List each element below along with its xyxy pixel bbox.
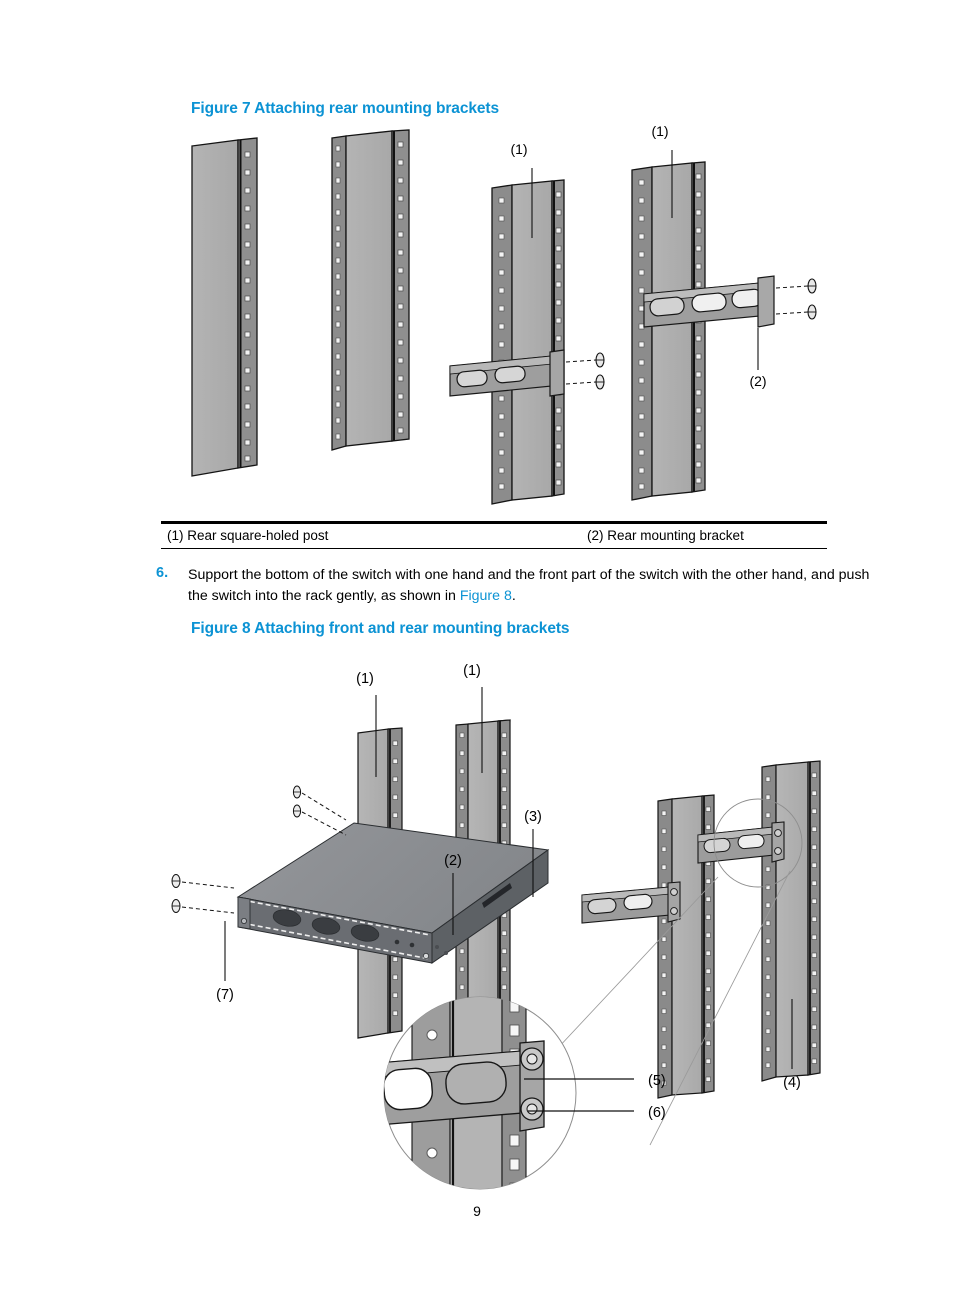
detail-magnifier [383, 996, 577, 1190]
screw-icon [595, 352, 605, 368]
screw-icon [292, 804, 302, 818]
screw-icon [292, 785, 302, 799]
step-6-number: 6. [156, 565, 169, 581]
figure-8-callout-1a: (1) [356, 671, 374, 687]
rack-post-4 [631, 161, 706, 501]
legend-item-2: (2) Rear mounting bracket [587, 528, 744, 543]
legend-item-1: (1) Rear square-holed post [167, 528, 329, 543]
step-6: 6. Support the bottom of the switch with… [152, 565, 882, 607]
screw-icon [807, 304, 817, 320]
rack-post-2 [331, 129, 410, 451]
rack-post-1 [191, 137, 258, 477]
figure-8-callout-1b: (1) [463, 663, 481, 679]
step-6-text-before: Support the bottom of the switch with on… [188, 567, 870, 604]
screw-icon [595, 374, 605, 390]
figure-7-callout-2: (2) [749, 373, 766, 389]
screws-left-assembly [565, 352, 605, 390]
screw-icon [807, 278, 817, 294]
figure-7-legend-table: (1) Rear square-holed post (2) Rear moun… [161, 521, 827, 549]
figure-8-callout-4: (4) [783, 1075, 801, 1091]
screw-icon [171, 874, 181, 888]
screws-right-assembly [775, 278, 817, 320]
figure-7-caption: Figure 7 Attaching rear mounting bracket… [191, 100, 499, 117]
figure-7-callout-1b: (1) [651, 123, 668, 139]
figure-8-callout-3: (3) [524, 809, 542, 825]
figure-7-callout-1a: (1) [510, 141, 527, 157]
figure-8-callout-6: (6) [648, 1105, 666, 1121]
figure-8-callout-7: (7) [216, 987, 234, 1003]
page-number: 9 [473, 1203, 481, 1219]
step-6-text-after: . [511, 588, 516, 604]
f8-rear-post-right [761, 760, 821, 1082]
figure-8-illustration: (1) (1) (2) (3) (4) (5) (6) (7) [150, 645, 870, 1190]
rack-post-3 [491, 179, 565, 505]
figure-8-crossref-link[interactable]: Figure 8 [460, 588, 512, 604]
document-page: Figure 7 Attaching rear mounting bracket… [0, 0, 954, 1296]
step-6-text: Support the bottom of the switch with on… [188, 565, 882, 607]
screw-icon [171, 899, 181, 913]
figure-8-callout-2: (2) [444, 853, 462, 869]
figure-8-caption: Figure 8 Attaching front and rear mounti… [191, 620, 570, 637]
figure-8-callout-5: (5) [648, 1073, 666, 1089]
legend-row: (1) Rear square-holed post (2) Rear moun… [161, 524, 827, 548]
figure-7-illustration: (1) (1) (2) [160, 123, 860, 518]
